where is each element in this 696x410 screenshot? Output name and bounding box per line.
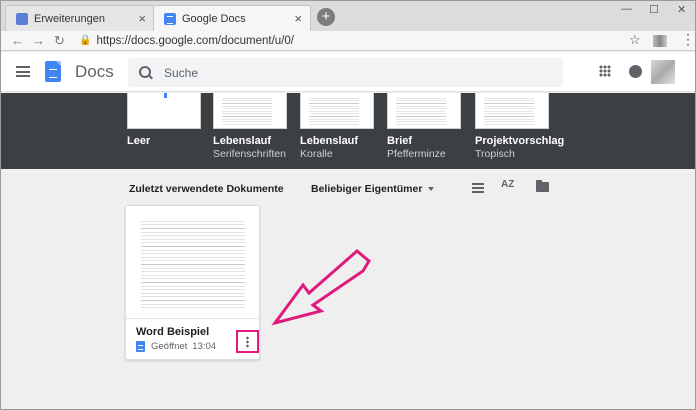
search-icon[interactable] [139, 65, 153, 80]
docs-icon [164, 12, 176, 25]
tab-label: Erweiterungen [34, 12, 105, 25]
template-style: Pfefferminze [387, 148, 446, 160]
template-style: Koralle [300, 148, 333, 160]
tab-strip: Erweiterungen × Google Docs × + — ☐ ✕ [1, 1, 695, 31]
account-icon[interactable] [629, 65, 642, 78]
minimize-icon[interactable]: — [621, 3, 632, 15]
docs-logo-icon[interactable] [45, 61, 61, 82]
template-name: Leer [127, 135, 151, 147]
sort-az-icon[interactable]: AZ [501, 179, 514, 190]
document-status: Geöffnet [151, 341, 188, 352]
document-meta: Geöffnet 13:04 [136, 341, 216, 352]
browser-window: Erweiterungen × Google Docs × + — ☐ ✕ ← … [0, 0, 696, 410]
list-view-icon[interactable] [472, 183, 484, 193]
avatar[interactable] [651, 60, 675, 84]
template-style: Serifenschriften [213, 148, 286, 160]
template-gallery: Leer Lebenslauf Serifenschriften Lebensl… [1, 93, 695, 169]
template-letter-mint[interactable]: Brief Pfefferminze [387, 93, 465, 160]
maximize-icon[interactable]: ☐ [649, 3, 659, 16]
template-name: Brief [387, 135, 413, 147]
owner-filter-label: Beliebiger Eigentümer [311, 183, 423, 195]
tab-google-docs[interactable]: Google Docs × [153, 5, 311, 31]
annotation-arrow-icon [271, 249, 371, 326]
close-tab-icon[interactable]: × [294, 11, 302, 26]
template-resume-serif[interactable]: Lebenslauf Serifenschriften [213, 93, 291, 160]
main-menu-icon[interactable] [16, 66, 30, 77]
search-input[interactable] [164, 65, 544, 80]
recent-documents-heading: Zuletzt verwendete Dokumente [129, 183, 284, 195]
address-bar: ← → ↻ 🔒 https://docs.google.com/document… [1, 31, 695, 51]
template-thumbnail [475, 93, 549, 129]
forward-icon[interactable]: → [32, 33, 45, 48]
template-style: Tropisch [475, 148, 515, 160]
template-thumbnail [213, 93, 287, 129]
docs-file-icon [136, 341, 145, 352]
back-icon[interactable]: ← [11, 33, 24, 48]
reload-icon[interactable]: ↻ [54, 33, 65, 49]
puzzle-icon [16, 12, 28, 25]
docs-header: Docs [1, 52, 695, 92]
tab-label: Google Docs [182, 12, 246, 25]
template-thumbnail [300, 93, 374, 129]
document-preview [126, 206, 259, 319]
close-tab-icon[interactable]: × [138, 11, 146, 26]
template-name: Projektvorschlag [475, 135, 565, 147]
document-card[interactable]: Word Beispiel Geöffnet 13:04 [125, 205, 260, 360]
template-thumbnail [387, 93, 461, 129]
search-bar[interactable] [128, 58, 563, 87]
tab-extensions[interactable]: Erweiterungen × [5, 5, 155, 31]
template-name: Lebenslauf [300, 135, 359, 147]
more-options-button[interactable] [236, 330, 259, 353]
more-vert-icon [246, 336, 249, 348]
lock-icon: 🔒 [79, 35, 92, 46]
document-title: Word Beispiel [136, 326, 210, 338]
url-text: https://docs.google.com/document/u/0/ [96, 34, 294, 47]
app-title: Docs [75, 62, 114, 81]
template-name: Lebenslauf [213, 135, 272, 147]
browser-menu-icon[interactable]: ⋮ [681, 31, 695, 48]
folder-icon[interactable] [536, 180, 549, 192]
chevron-down-icon [428, 187, 435, 192]
bookmark-star-icon[interactable]: ☆ [629, 32, 641, 48]
owner-filter-dropdown[interactable]: Beliebiger Eigentümer [311, 183, 435, 195]
template-project-proposal[interactable]: Projektvorschlag Tropisch [475, 93, 575, 160]
new-tab-button[interactable]: + [317, 8, 335, 26]
template-blank[interactable]: Leer [127, 93, 205, 148]
document-time: 13:04 [192, 341, 217, 352]
template-thumbnail [127, 93, 201, 129]
extension-icon[interactable] [653, 35, 667, 47]
apps-grid-icon[interactable] [599, 65, 611, 77]
url-field[interactable]: 🔒 https://docs.google.com/document/u/0/ [79, 32, 647, 49]
close-window-icon[interactable]: ✕ [677, 3, 686, 16]
template-resume-coral[interactable]: Lebenslauf Koralle [300, 93, 378, 160]
